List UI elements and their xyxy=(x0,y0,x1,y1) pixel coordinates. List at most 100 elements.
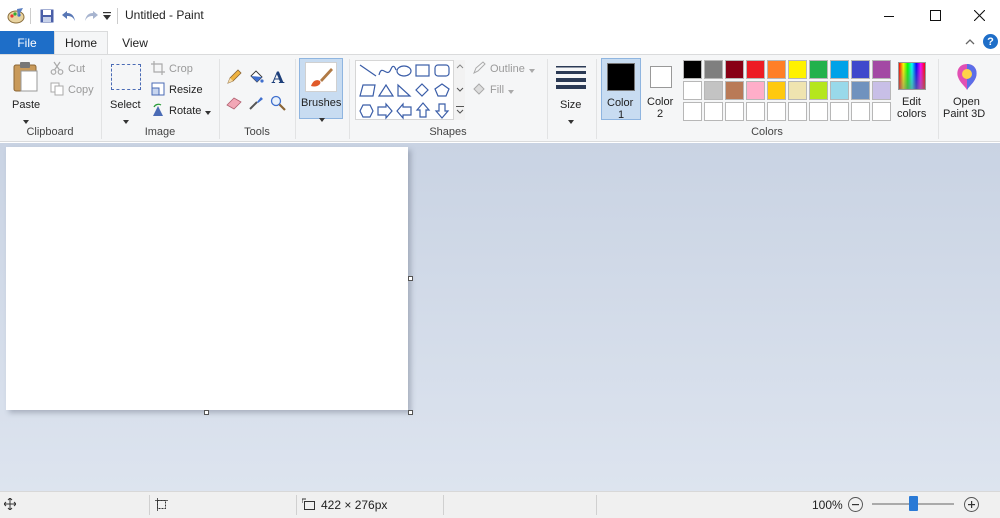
palette-swatch[interactable] xyxy=(746,102,765,121)
palette-swatch[interactable] xyxy=(809,81,828,100)
palette-swatch[interactable] xyxy=(809,102,828,121)
fill-dropdown-icon xyxy=(508,83,515,97)
outline-icon xyxy=(472,60,486,78)
fill-bucket-icon[interactable] xyxy=(246,67,266,87)
palette-swatch[interactable] xyxy=(683,102,702,121)
close-button[interactable] xyxy=(956,0,1000,31)
palette-swatch[interactable] xyxy=(872,60,891,79)
zoom-slider-thumb[interactable] xyxy=(909,496,918,511)
status-separator xyxy=(443,495,444,515)
palette-swatch[interactable] xyxy=(872,81,891,100)
select-label: Select xyxy=(110,99,141,111)
crop-icon xyxy=(151,60,165,78)
palette-swatch[interactable] xyxy=(704,60,723,79)
tab-view[interactable]: View xyxy=(108,31,162,54)
open-paint3d-button[interactable]: Open Paint 3D xyxy=(942,58,992,120)
redo-icon[interactable] xyxy=(81,7,101,25)
brushes-label: Brushes xyxy=(301,97,342,109)
palette-swatch[interactable] xyxy=(830,102,849,121)
outline-button[interactable]: Outline xyxy=(472,60,535,78)
palette-swatch[interactable] xyxy=(767,102,786,121)
palette-swatch[interactable] xyxy=(746,60,765,79)
text-tool-icon[interactable]: A xyxy=(268,67,288,87)
color-picker-icon[interactable] xyxy=(246,93,266,113)
palette-swatch[interactable] xyxy=(725,60,744,79)
resize-handle-corner[interactable] xyxy=(408,410,413,415)
color1-number: 1 xyxy=(618,109,625,121)
outline-dropdown-icon xyxy=(528,62,535,76)
crop-label: Crop xyxy=(169,63,193,75)
rotate-dropdown-icon xyxy=(205,104,212,118)
fill-icon xyxy=(472,82,486,99)
scissors-icon xyxy=(50,61,64,78)
palette-swatch[interactable] xyxy=(851,81,870,100)
brushes-button[interactable]: Brushes xyxy=(299,58,343,122)
eraser-icon[interactable] xyxy=(224,93,244,113)
size-button[interactable]: Size xyxy=(551,59,591,124)
title-bar: Untitled - Paint xyxy=(0,0,1000,31)
shapes-grid xyxy=(359,64,450,120)
fill-button[interactable]: Fill xyxy=(472,81,515,99)
select-button[interactable]: Select xyxy=(106,59,146,124)
cut-button[interactable]: Cut xyxy=(50,60,85,78)
magnifier-icon[interactable] xyxy=(268,93,288,113)
ribbon-separator xyxy=(547,59,548,139)
copy-button[interactable]: Copy xyxy=(50,81,94,99)
color2-label: Color xyxy=(647,96,674,108)
ribbon-separator xyxy=(295,59,296,139)
palette-swatch[interactable] xyxy=(830,81,849,100)
palette-swatch[interactable] xyxy=(788,60,807,79)
maximize-button[interactable] xyxy=(912,0,958,31)
palette-swatch[interactable] xyxy=(704,102,723,121)
paste-button[interactable]: Paste xyxy=(4,59,46,124)
copy-label: Copy xyxy=(68,84,94,96)
tab-file[interactable]: File xyxy=(0,31,54,54)
palette-swatch[interactable] xyxy=(746,81,765,100)
image-dimensions: 422 × 276px xyxy=(321,498,388,512)
save-icon[interactable] xyxy=(37,7,57,25)
image-size-icon xyxy=(301,498,316,514)
customize-qa-dropdown-icon[interactable] xyxy=(101,7,113,25)
palette-swatch[interactable] xyxy=(851,60,870,79)
color2-button[interactable]: Color 2 xyxy=(645,58,677,120)
rotate-button[interactable]: Rotate xyxy=(151,102,212,120)
rotate-label: Rotate xyxy=(169,105,202,117)
resize-handle-bottom[interactable] xyxy=(204,410,209,415)
edit-colors-button[interactable]: Edit colors xyxy=(894,58,930,120)
collapse-ribbon-icon[interactable] xyxy=(963,36,977,48)
crop-button[interactable]: Crop xyxy=(151,60,193,78)
zoom-out-button[interactable] xyxy=(848,497,863,512)
paste-dropdown-icon xyxy=(23,113,29,127)
edit-colors-label-1: Edit xyxy=(902,96,921,108)
palette-swatch[interactable] xyxy=(788,81,807,100)
palette-swatch[interactable] xyxy=(725,81,744,100)
outline-label: Outline xyxy=(490,63,525,75)
minimize-button[interactable] xyxy=(866,0,912,31)
palette-swatch[interactable] xyxy=(683,60,702,79)
color1-swatch xyxy=(607,63,635,91)
palette-swatch[interactable] xyxy=(767,60,786,79)
color1-button[interactable]: Color 1 xyxy=(601,58,641,121)
tab-home[interactable]: Home xyxy=(54,31,108,54)
drawing-canvas[interactable] xyxy=(6,147,408,410)
paint-app-icon[interactable] xyxy=(6,7,26,25)
palette-swatch[interactable] xyxy=(809,60,828,79)
palette-swatch[interactable] xyxy=(725,102,744,121)
resize-button[interactable]: Resize xyxy=(151,81,203,99)
size-dropdown-icon xyxy=(568,113,574,127)
palette-swatch[interactable] xyxy=(683,81,702,100)
palette-swatch[interactable] xyxy=(767,81,786,100)
zoom-in-button[interactable] xyxy=(964,497,979,512)
undo-icon[interactable] xyxy=(59,7,79,25)
resize-handle-right[interactable] xyxy=(408,276,413,281)
palette-swatch[interactable] xyxy=(851,102,870,121)
shapes-scroll[interactable] xyxy=(453,60,465,120)
palette-swatch[interactable] xyxy=(788,102,807,121)
palette-swatch[interactable] xyxy=(872,102,891,121)
paint3d-label-2: Paint 3D xyxy=(943,108,986,120)
palette-swatch[interactable] xyxy=(704,81,723,100)
shapes-group-label: Shapes xyxy=(429,126,467,138)
help-icon[interactable]: ? xyxy=(983,34,998,49)
palette-swatch[interactable] xyxy=(830,60,849,79)
pencil-icon[interactable] xyxy=(224,67,244,87)
